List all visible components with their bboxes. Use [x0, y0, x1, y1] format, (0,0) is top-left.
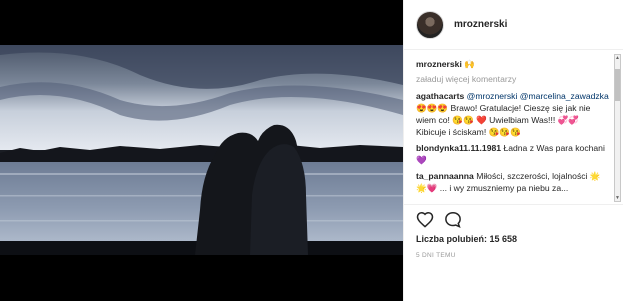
- caption: mroznerski 🙌: [416, 58, 610, 70]
- comment-item: blondynka11.11.1981 Ładna z Was para koc…: [416, 142, 610, 166]
- scroll-up-arrow-icon[interactable]: ▲: [615, 55, 620, 61]
- action-bar: [404, 204, 623, 234]
- post-header: mroznerski: [404, 0, 623, 50]
- comment-mention[interactable]: @marcelina_zawadzka: [520, 91, 609, 101]
- post-sidebar: mroznerski mroznerski 🙌 załaduj więcej k…: [403, 0, 623, 301]
- heart-icon[interactable]: [416, 211, 434, 234]
- comment-username[interactable]: agathacarts: [416, 91, 464, 101]
- comment-username[interactable]: blondynka11.11.1981: [416, 143, 501, 153]
- lake-couple-image: [0, 45, 403, 255]
- media-panel: [0, 0, 403, 301]
- caption-username[interactable]: mroznerski: [416, 59, 462, 69]
- scroll-down-arrow-icon[interactable]: ▼: [615, 195, 620, 201]
- scrollbar-thumb[interactable]: [615, 69, 620, 101]
- post-timestamp[interactable]: 5 DNI TEMU: [416, 252, 456, 259]
- comment-text: 😍😍😍 Brawo! Gratulacje! Cieszę się jak ni…: [416, 103, 591, 137]
- comments-list: mroznerski 🙌 załaduj więcej komentarzy a…: [404, 52, 616, 202]
- comment-icon[interactable]: [444, 211, 462, 234]
- comment-item: ta_pannaanna Miłości, szczerości, lojaln…: [416, 170, 610, 194]
- instagram-post: mroznerski mroznerski 🙌 załaduj więcej k…: [0, 0, 623, 301]
- header-username[interactable]: mroznerski: [454, 19, 507, 30]
- comments-scrollbar[interactable]: ▲ ▼: [614, 54, 621, 202]
- comment-username[interactable]: ta_pannaanna: [416, 171, 474, 181]
- post-photo[interactable]: [0, 45, 403, 255]
- load-more-comments-link[interactable]: załaduj więcej komentarzy: [416, 74, 610, 84]
- avatar[interactable]: [416, 10, 444, 39]
- likes-count[interactable]: Liczba polubień: 15 658: [416, 234, 517, 244]
- comment-item: agathacarts @mroznerski @marcelina_zawad…: [416, 90, 610, 138]
- comment-mention[interactable]: @mroznerski: [467, 91, 518, 101]
- caption-text: 🙌: [464, 59, 475, 69]
